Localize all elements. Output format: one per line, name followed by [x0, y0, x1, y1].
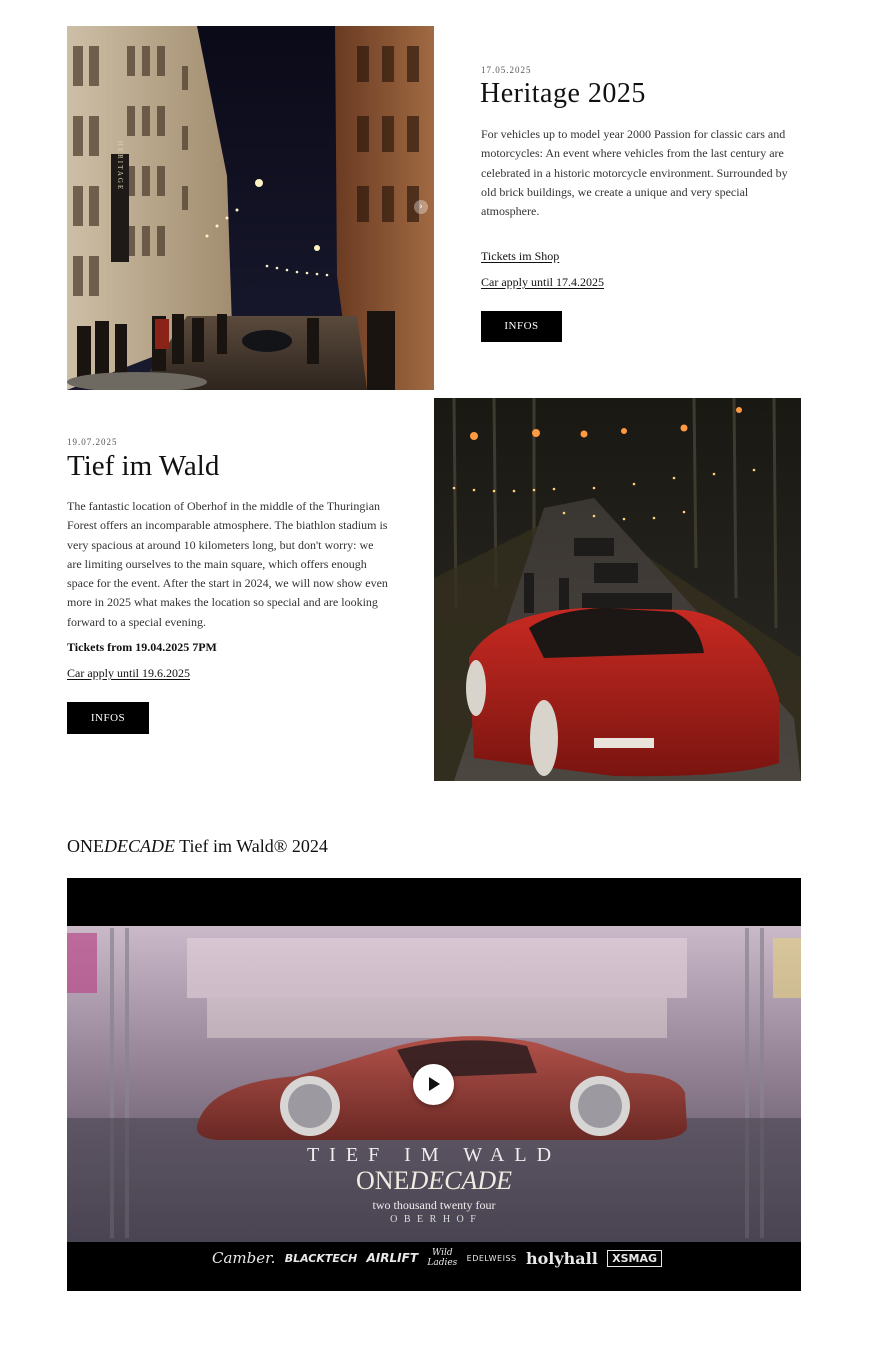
sponsor-edelweiss: EDELWEISS: [466, 1253, 517, 1263]
video-overlay-line3: two thousand twenty four: [372, 1198, 496, 1212]
video-title-suffix: Tief im Wald® 2024: [175, 836, 328, 856]
video-overlay-line2-a: ONE: [356, 1166, 410, 1195]
sponsor-airlift: AIRLIFT: [366, 1251, 419, 1265]
video-overlay-line2-b: DECADE: [409, 1166, 512, 1195]
sponsor-camber: Camber.: [212, 1249, 276, 1267]
sponsor-xsmag: XSMAG: [607, 1249, 662, 1267]
video-title-italic: DECADE: [104, 836, 175, 856]
video-section-title: ONEDECADE Tief im Wald® 2024: [67, 836, 328, 857]
heritage-event-image: HERITAGE: [67, 26, 434, 390]
heritage-banner-text: HERITAGE: [116, 141, 124, 191]
heritage-tickets-link[interactable]: Tickets im Shop: [481, 249, 559, 264]
tief-im-wald-date: 19.07.2025: [67, 437, 118, 447]
heritage-title: Heritage 2025: [480, 78, 646, 109]
tief-im-wald-event-image: [434, 398, 801, 781]
video-overlay-line4: O B E R H O F: [390, 1214, 478, 1225]
tief-im-wald-car-apply-link[interactable]: Car apply until 19.6.2025: [67, 666, 190, 681]
sponsor-blacktech: BLACKTECH: [284, 1251, 358, 1265]
sponsor-logos: Camber. BLACKTECH AIRLIFT Wild Ladies ED…: [212, 1248, 662, 1268]
tief-im-wald-infos-button[interactable]: INFOS: [67, 702, 149, 734]
heritage-car-apply-link[interactable]: Car apply until 17.4.2025: [481, 275, 604, 290]
tief-im-wald-title: Tief im Wald: [67, 450, 220, 482]
heritage-description: For vehicles up to model year 2000 Passi…: [481, 127, 788, 219]
video-play-button[interactable]: [413, 1064, 454, 1105]
sponsor-holyhall: holyhall: [525, 1248, 598, 1268]
video-overlay-line2: ONEDECADE: [67, 1166, 801, 1196]
heritage-date: 17.05.2025: [481, 65, 532, 75]
tief-im-wald-tickets-text: Tickets from 19.04.2025 7PM: [67, 640, 217, 654]
video-title-prefix: ONE: [67, 836, 104, 856]
play-icon: [429, 1077, 440, 1091]
heritage-infos-button[interactable]: INFOS: [481, 311, 562, 342]
tief-im-wald-description: The fantastic location of Oberhof in the…: [67, 499, 388, 629]
video-overlay-line1: TIEF IM WALD: [306, 1144, 562, 1166]
sponsor-wild-ladies: Wild Ladies: [427, 1248, 458, 1268]
slider-next-icon[interactable]: ›: [414, 200, 428, 214]
